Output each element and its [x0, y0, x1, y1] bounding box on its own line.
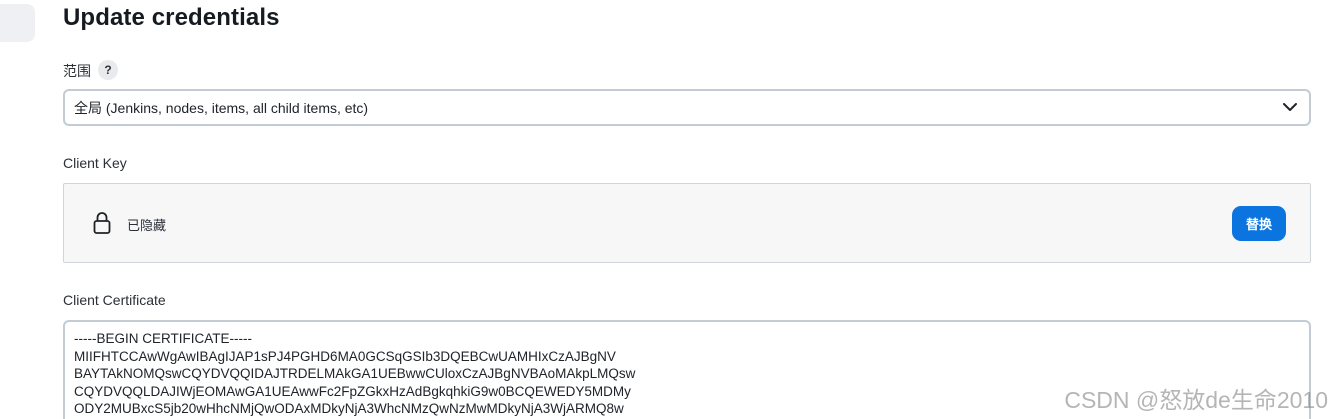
watermark: CSDN @怒放de生命2010: [1064, 387, 1328, 413]
lock-icon: [93, 211, 111, 235]
sidebar-tab[interactable]: [0, 4, 35, 42]
client-key-status: 已隐藏: [127, 218, 167, 233]
certificate-line: MIIFHTCCAwWgAwIBAgIJAP1sPJ4PGHD6MA0GCSqG…: [74, 348, 616, 364]
credentials-page: Update credentials 范围 ? 全局 (Jenkins, nod…: [0, 0, 1334, 419]
scope-select[interactable]: 全局 (Jenkins, nodes, items, all child ite…: [63, 89, 1311, 126]
client-key-label: Client Key: [63, 155, 127, 171]
scope-label: 范围: [63, 63, 91, 79]
client-key-panel: 已隐藏 替换: [63, 183, 1311, 263]
client-certificate-label: Client Certificate: [63, 292, 166, 308]
replace-button[interactable]: 替换: [1232, 206, 1286, 241]
chevron-down-icon: [1283, 101, 1297, 115]
page-title: Update credentials: [63, 4, 280, 31]
scope-selected-value: 全局 (Jenkins, nodes, items, all child ite…: [74, 99, 369, 116]
scope-help-icon[interactable]: ?: [98, 60, 118, 80]
certificate-line: BAYTAkNOMQswCQYDVQQIDAJTRDELMAkGA1UEBwwC…: [74, 366, 636, 381]
certificate-line: -----BEGIN CERTIFICATE-----: [74, 331, 252, 346]
